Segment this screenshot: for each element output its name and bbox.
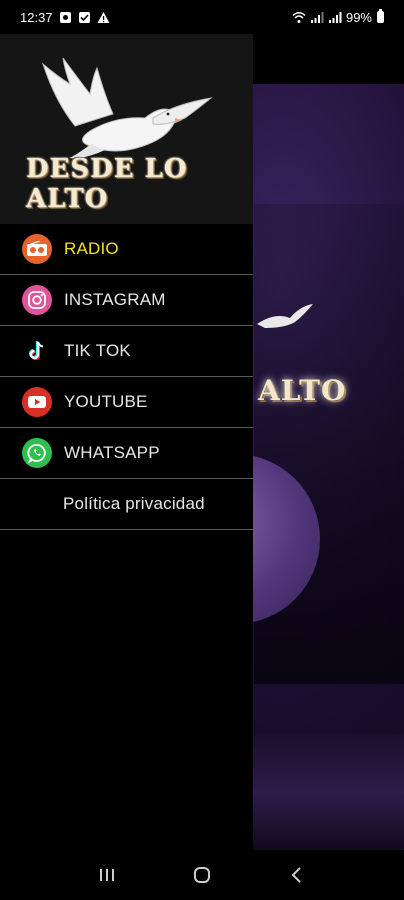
home-icon (193, 867, 210, 883)
drawer-menu: RADIO INSTAGRAM TIK TOK YOUTUBE WHATSAPP… (0, 224, 253, 530)
menu-label-tiktok: TIK TOK (64, 341, 131, 360)
status-time: 12:37 (20, 9, 53, 25)
background-dove-icon (257, 304, 313, 328)
drawer-header: DESDE LO ALTO (0, 34, 253, 224)
battery-percent: 99% (345, 9, 372, 25)
menu-item-privacy-policy[interactable]: Política privacidad (0, 479, 253, 530)
drawer-logo-text: DESDE LO ALTO (26, 154, 188, 214)
home-button[interactable] (187, 860, 217, 890)
menu-label-youtube: YOUTUBE (64, 392, 148, 411)
radio-icon (22, 234, 52, 264)
tiktok-icon (22, 336, 52, 366)
menu-label-privacy-policy: Política privacidad (63, 494, 205, 513)
status-right: 99% (292, 9, 384, 25)
checklist-icon (78, 11, 91, 24)
recents-icon (100, 869, 115, 881)
menu-item-youtube[interactable]: YOUTUBE (0, 377, 253, 428)
menu-label-radio: RADIO (64, 239, 119, 258)
status-left: 12:37 (20, 10, 110, 25)
signal-icon (310, 11, 324, 24)
instagram-icon (22, 285, 52, 315)
menu-item-instagram[interactable]: INSTAGRAM (0, 275, 253, 326)
recents-button[interactable] (92, 860, 122, 890)
menu-label-instagram: INSTAGRAM (64, 290, 166, 309)
signal-icon-2 (328, 11, 342, 24)
back-icon (291, 867, 301, 883)
wifi-icon (292, 11, 306, 24)
menu-item-tiktok[interactable]: TIK TOK (0, 326, 253, 377)
warning-icon (97, 11, 110, 24)
system-nav-bar (0, 850, 404, 900)
navigation-drawer: DESDE LO ALTO RADIO INSTAGRAM TIK TOK YO… (0, 34, 253, 850)
notification-icon (59, 11, 72, 24)
battery-icon (377, 9, 384, 23)
youtube-icon (22, 387, 52, 417)
background-logo-text: ALTO (258, 374, 347, 407)
whatsapp-icon (22, 438, 52, 468)
back-button[interactable] (282, 860, 312, 890)
menu-item-radio[interactable]: RADIO (0, 224, 253, 275)
dove-logo-icon (41, 57, 213, 159)
menu-item-whatsapp[interactable]: WHATSAPP (0, 428, 253, 479)
menu-label-whatsapp: WHATSAPP (64, 443, 160, 462)
status-bar: 12:37 99% (0, 0, 404, 34)
